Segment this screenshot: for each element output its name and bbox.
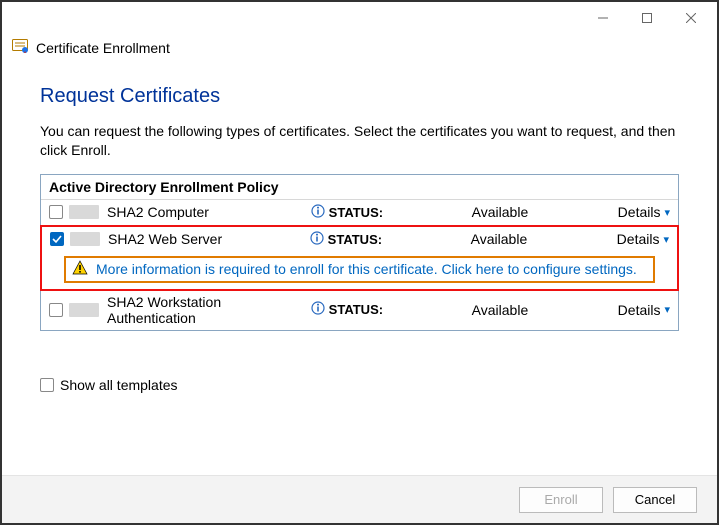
certificate-name: SHA2 Web Server	[106, 231, 304, 247]
redacted-org-prefix	[69, 303, 99, 317]
window-title: Certificate Enrollment	[36, 40, 170, 56]
redacted-org-prefix	[69, 205, 99, 219]
redacted-org-prefix	[70, 232, 100, 246]
info-icon	[311, 204, 325, 221]
info-icon	[310, 231, 324, 248]
certificate-checkbox[interactable]	[49, 205, 63, 219]
chevron-down-icon: ▾	[664, 303, 670, 316]
footer: Enroll Cancel	[2, 475, 717, 523]
status-value: Available	[472, 204, 612, 220]
show-all-templates[interactable]: Show all templates	[40, 377, 679, 393]
show-all-checkbox[interactable]	[40, 378, 54, 392]
details-toggle[interactable]: Details ▾	[618, 302, 670, 318]
certificate-row[interactable]: SHA2 Web Server STATUS: Available Detail…	[42, 227, 677, 252]
chevron-down-icon: ▾	[664, 206, 670, 219]
status-label: STATUS:	[329, 205, 383, 220]
status-cell: STATUS:	[311, 301, 466, 318]
warning-icon	[72, 260, 88, 279]
certificate-name: SHA2 Computer	[105, 204, 305, 220]
status-label: STATUS:	[328, 232, 382, 247]
status-value: Available	[471, 231, 611, 247]
cancel-button[interactable]: Cancel	[613, 487, 697, 513]
policy-group: Active Directory Enrollment Policy SHA2 …	[40, 174, 679, 331]
enroll-button[interactable]: Enroll	[519, 487, 603, 513]
certificate-checkbox[interactable]	[50, 232, 64, 246]
status-cell: STATUS:	[311, 204, 466, 221]
window-header: Certificate Enrollment	[2, 34, 717, 67]
close-button[interactable]	[669, 4, 713, 32]
details-toggle[interactable]: Details ▾	[618, 204, 670, 220]
page-instruction: You can request the following types of c…	[40, 122, 679, 160]
maximize-button[interactable]	[625, 4, 669, 32]
certificate-icon	[12, 38, 30, 57]
certificate-row-selected: SHA2 Web Server STATUS: Available Detail…	[40, 225, 679, 291]
page-heading: Request Certificates	[40, 85, 679, 108]
status-label: STATUS:	[329, 302, 383, 317]
certificate-name: SHA2 Workstation Authentication	[105, 294, 305, 326]
certificate-row[interactable]: SHA2 Computer STATUS: Available Details …	[41, 200, 678, 226]
details-toggle[interactable]: Details ▾	[617, 231, 669, 247]
title-bar	[2, 2, 717, 34]
show-all-label: Show all templates	[60, 377, 178, 393]
warning-bar[interactable]: More information is required to enroll f…	[64, 256, 655, 283]
status-value: Available	[472, 302, 612, 318]
info-icon	[311, 301, 325, 318]
policy-header: Active Directory Enrollment Policy	[41, 175, 678, 200]
status-cell: STATUS:	[310, 231, 465, 248]
warning-link[interactable]: More information is required to enroll f…	[96, 261, 637, 277]
content-area: Request Certificates You can request the…	[2, 67, 717, 393]
minimize-button[interactable]	[581, 4, 625, 32]
chevron-down-icon: ▾	[663, 233, 669, 246]
certificate-row[interactable]: SHA2 Workstation Authentication STATUS: …	[41, 290, 678, 330]
certificate-checkbox[interactable]	[49, 303, 63, 317]
